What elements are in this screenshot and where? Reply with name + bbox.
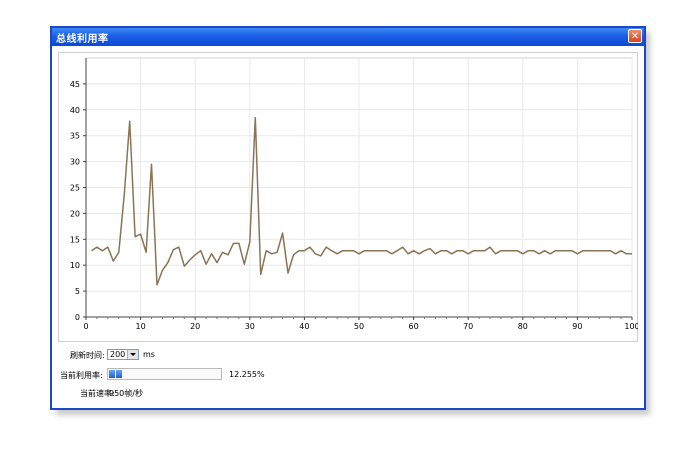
y-tick-label: 40	[70, 106, 80, 115]
x-tick-label: 100	[624, 322, 638, 331]
x-tick-label: 40	[299, 322, 309, 331]
y-tick-label: 45	[70, 80, 80, 89]
progress-block	[109, 370, 115, 378]
controls-panel: 刷新时间: 200 ms 当前利用率: 12.255% 当前速率: 950帧/秒	[52, 346, 644, 406]
y-tick-label: 0	[75, 313, 80, 322]
y-tick-label: 30	[70, 158, 80, 167]
x-tick-label: 60	[409, 322, 419, 331]
rate-value: 950帧/秒	[109, 389, 143, 398]
title-bar[interactable]: 总线利用率 ✕	[52, 28, 644, 46]
x-tick-label: 50	[354, 322, 364, 331]
refresh-value: 200	[110, 350, 126, 359]
chevron-down-icon[interactable]	[127, 350, 138, 359]
progress-block	[116, 370, 122, 378]
x-tick-label: 90	[572, 322, 582, 331]
close-icon[interactable]: ✕	[628, 29, 642, 43]
y-tick-label: 15	[70, 235, 80, 244]
chart-svg: 0 5 10 15 20 25 30 35 40 45 0 10 20 30 40 50 60 70 80 90 10…	[58, 52, 638, 342]
y-tick-label: 35	[70, 132, 80, 141]
refresh-label: 刷新时间:	[70, 351, 105, 360]
x-tick-label: 70	[463, 322, 473, 331]
utilization-progress-bar	[107, 368, 222, 380]
y-tick-label: 5	[75, 287, 80, 296]
x-tick-label: 0	[83, 322, 88, 331]
y-tick-label: 10	[70, 261, 80, 270]
y-tick-label: 20	[70, 209, 80, 218]
utilization-chart: 0 5 10 15 20 25 30 35 40 45 0 10 20 30 40 50 60 70 80 90 10…	[58, 52, 638, 342]
y-tick-label: 25	[70, 184, 80, 193]
window-title: 总线利用率	[56, 34, 109, 45]
refresh-select[interactable]: 200	[107, 349, 139, 360]
x-tick-label: 80	[518, 322, 528, 331]
x-tick-label: 10	[136, 322, 146, 331]
bus-utilization-window: 总线利用率 ✕ 0 5 10 15 20 25 30 35 40 45 0 10 20 30 40 50 60…	[50, 26, 646, 410]
refresh-unit: ms	[143, 350, 155, 359]
x-tick-label: 30	[245, 322, 255, 331]
x-tick-label: 20	[190, 322, 200, 331]
utilization-value: 12.255%	[229, 370, 265, 379]
utilization-label: 当前利用率:	[60, 371, 103, 380]
utilization-progress-fill	[109, 370, 123, 378]
